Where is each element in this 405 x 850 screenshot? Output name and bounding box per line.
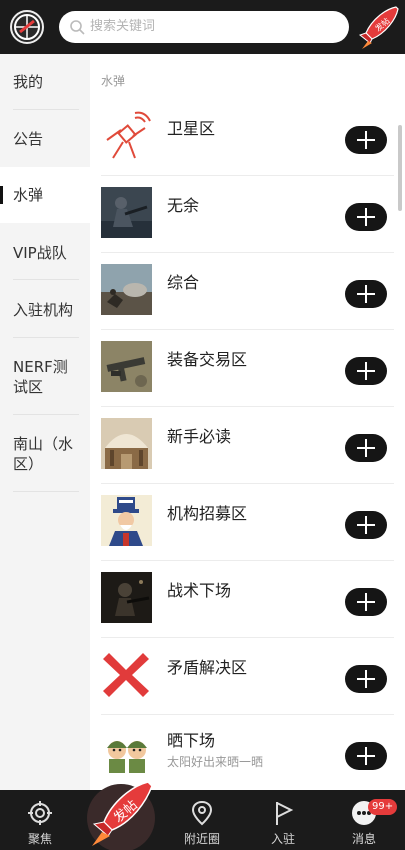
post-rocket-button[interactable]: 发帖 [358,3,402,51]
forum-name: 战术下场 [167,581,232,600]
add-forum-button[interactable] [345,357,387,385]
add-forum-button[interactable] [345,203,387,231]
forum-name: 晒下场 [167,731,216,750]
divider [13,491,79,492]
category-sidebar: 我的 公告 水弹 VIP战队 入驻机构 NERF测试区 南山（水区） [0,54,90,790]
active-indicator [0,186,3,204]
sidebar-item-water-bullet[interactable]: 水弹 [0,167,90,223]
sidebar-item-notice[interactable]: 公告 [0,110,90,167]
forum-name: 综合 [167,273,200,292]
list-item[interactable]: 装备交易区 [90,330,405,407]
satellite-icon [101,110,152,161]
sidebar-item-label: NERF测试区 [13,358,68,396]
forum-name: 新手必读 [167,427,232,446]
add-forum-button[interactable] [345,588,387,616]
tab-join[interactable]: 入驻 [243,790,323,850]
tab-label: 消息 [351,832,376,846]
app-root: 搜索关键词 发帖 我的 公告 水弹 VIP战队 入驻机构 NERF测试区 南山（… [0,0,405,850]
list-item[interactable]: 无余 [90,176,405,253]
sidebar-item-mine[interactable]: 我的 [0,54,90,110]
top-bar: 搜索关键词 发帖 [0,0,405,54]
tab-label: 入驻 [270,832,295,846]
rocket-icon: 发帖 [358,6,399,49]
tab-focus[interactable]: 聚焦 [0,790,80,850]
bottom-nav: 聚焦 附近圈 入驻 消息 [0,790,405,850]
sidebar-item-institutions[interactable]: 入驻机构 [0,280,90,338]
add-forum-button[interactable] [345,742,387,770]
search-icon [70,20,85,35]
forum-name: 卫星区 [167,119,216,138]
forum-description: 太阳好出来晒一晒 [167,755,264,769]
tactical-photo [101,572,152,623]
gun-photo [101,341,152,392]
location-icon [191,800,213,826]
sidebar-item-label: 南山（水区） [13,435,74,473]
list-item[interactable]: 综合 [90,253,405,330]
add-forum-button[interactable] [345,665,387,693]
add-forum-button[interactable] [345,280,387,308]
sidebar-item-nanshan[interactable]: 南山（水区） [0,415,90,492]
battlefield-photo [101,264,152,315]
tab-nearby[interactable]: 附近圈 [162,790,242,850]
list-item[interactable]: 矛盾解决区 [90,638,405,715]
forum-list: 水弹 卫星区 无余 综合 装备交易区 新手必读 机构招募区 战术下场 矛盾解决区… [90,54,405,790]
sidebar-item-vip-team[interactable]: VIP战队 [0,223,90,280]
sidebar-item-label: 入驻机构 [13,301,74,319]
list-item[interactable]: 新手必读 [90,407,405,484]
cartoon-soldiers [101,726,152,777]
add-forum-button[interactable] [345,434,387,462]
list-item[interactable]: 机构招募区 [90,484,405,561]
list-item[interactable]: 战术下场 [90,561,405,638]
forum-name: 装备交易区 [167,350,248,369]
forum-name: 矛盾解决区 [167,658,248,677]
add-forum-button[interactable] [345,511,387,539]
sidebar-item-label: 公告 [13,130,44,148]
tab-post[interactable]: 发帖 [82,774,160,850]
search-placeholder: 搜索关键词 [90,19,156,34]
sidebar-item-nerf[interactable]: NERF测试区 [0,338,90,415]
message-count-badge: 99+ [368,799,398,815]
flag-icon [276,802,294,825]
uncle-sam-photo [101,495,152,546]
list-item[interactable]: 卫星区 [90,99,405,176]
forum-name: 机构招募区 [167,504,248,523]
sidebar-item-label: VIP战队 [13,244,67,262]
sidebar-item-label: 我的 [13,73,44,91]
forum-name: 无余 [167,196,200,215]
tab-label: 附近圈 [183,832,220,846]
focus-icon [28,801,52,825]
tab-label: 聚焦 [27,832,52,846]
soldier-photo [101,187,152,238]
scrollbar[interactable] [398,125,402,211]
section-title: 水弹 [101,74,126,88]
search-input[interactable]: 搜索关键词 [59,11,349,43]
app-logo-icon[interactable] [10,10,44,44]
library-photo [101,418,152,469]
rocket-icon: 发帖 [87,781,155,850]
sidebar-item-label: 水弹 [13,186,44,204]
add-forum-button[interactable] [345,126,387,154]
red-x-icon [101,649,152,700]
